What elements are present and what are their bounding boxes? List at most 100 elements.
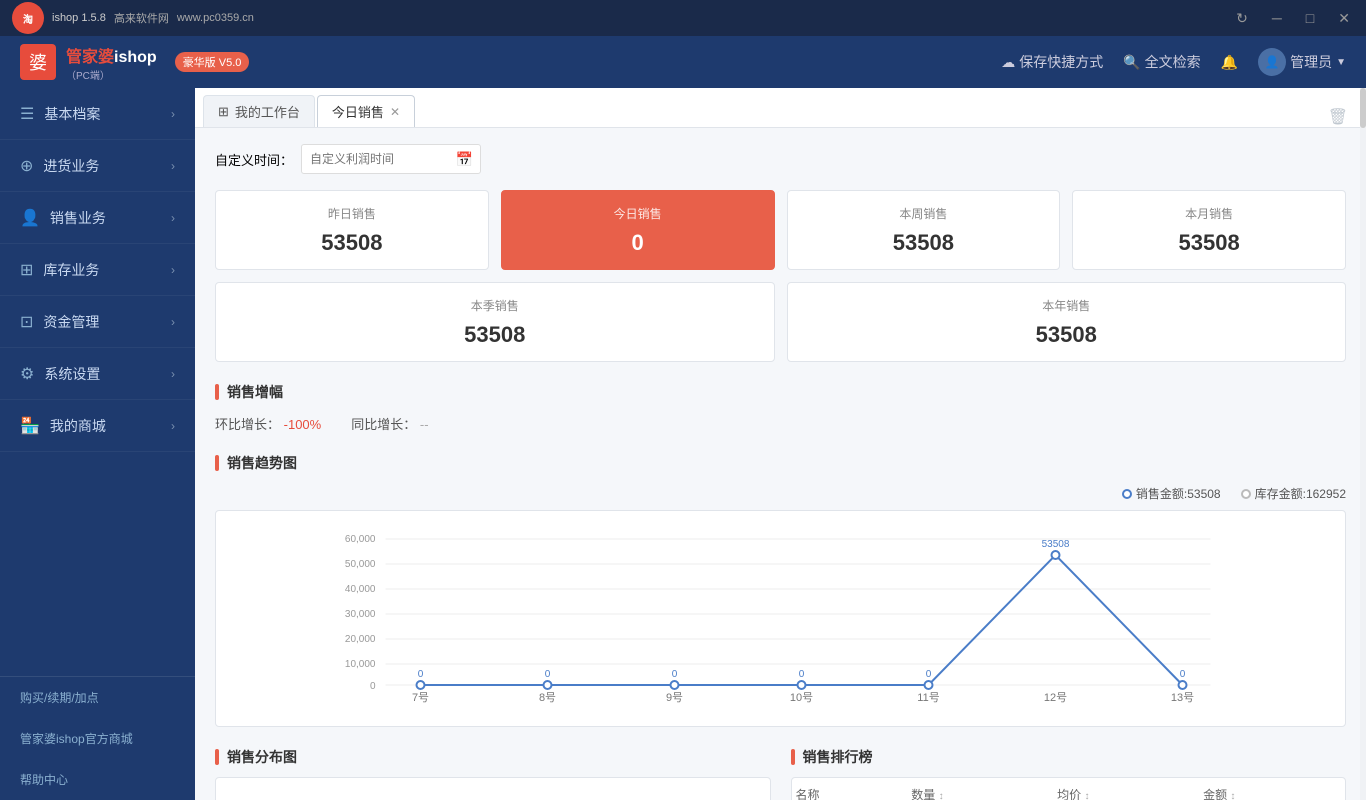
avatar: 👤 (1258, 48, 1286, 76)
custom-time-input[interactable] (301, 144, 481, 174)
sidebar-bottom: 购买/续期/加点 管家婆ishop官方商城 帮助中心 (0, 676, 195, 800)
col-qty[interactable]: 数量 ↕ (907, 778, 1053, 800)
sidebar-help-item[interactable]: 帮助中心 (0, 759, 195, 800)
app-version: ishop 1.5.8 (52, 12, 106, 24)
trend-title: 销售趋势图 (227, 453, 297, 473)
sidebar-item-my-shop[interactable]: 🏪 我的商城 › (0, 400, 195, 452)
growth-row: 环比增长： -100% 同比增长： -- (215, 414, 1346, 433)
full-search-action[interactable]: 🔍 全文检索 (1123, 52, 1200, 72)
sidebar-menu: ☰ 基本档案 › ⊕ 进货业务 › 👤 销售业务 › (0, 88, 195, 676)
legend-sales: 销售金额:53508 (1122, 485, 1221, 502)
chart-legend: 销售金额:53508 库存金额:162952 (215, 485, 1346, 502)
site-url: www.pc0359.cn (177, 12, 254, 24)
stat-today: 今日销售 0 (501, 190, 775, 270)
titlebar: 淘 ishop 1.5.8 高来软件网 www.pc0359.cn ↻ ─ □ … (0, 0, 1366, 36)
svg-text:0: 0 (799, 669, 805, 680)
svg-text:60,000: 60,000 (345, 534, 376, 545)
finance-icon: ⊡ (20, 312, 33, 332)
tabs-bar: ⊞ 我的工作台 今日销售 ✕ 🗑 (195, 88, 1366, 128)
sidebar-buy-item[interactable]: 购买/续期/加点 (0, 677, 195, 718)
sidebar-item-basic-files[interactable]: ☰ 基本档案 › (0, 88, 195, 140)
sidebar-item-left: ☰ 基本档案 (20, 104, 100, 124)
chevron-right-icon: › (171, 367, 175, 381)
chevron-right-icon: › (171, 419, 175, 433)
scrollbar-thumb[interactable] (1360, 88, 1366, 128)
stat-season-value: 53508 (464, 322, 525, 348)
refresh-button[interactable]: ↻ (1232, 6, 1252, 31)
tab-workbench[interactable]: ⊞ 我的工作台 (203, 95, 315, 127)
minimize-button[interactable]: ─ (1268, 6, 1286, 30)
bell-icon: 🔔 (1221, 54, 1238, 71)
mom-label: 环比增长： -100% (215, 414, 321, 433)
distribution-title: 销售分布图 (227, 747, 297, 767)
sidebar-item-system[interactable]: ⚙ 系统设置 › (0, 348, 195, 400)
sort-avg-icon: ↕ (1085, 791, 1090, 800)
stats-grid-row1: 昨日销售 53508 今日销售 0 本周销售 53508 本月销售 53508 (215, 190, 1346, 270)
chevron-right-icon: › (171, 211, 175, 225)
sidebar-item-sales-biz[interactable]: 👤 销售业务 › (0, 192, 195, 244)
svg-text:13号: 13号 (1171, 691, 1194, 704)
distribution-section: 销售分布图 (215, 747, 771, 800)
svg-text:11号: 11号 (917, 691, 939, 704)
save-shortcut-action[interactable]: ☁ 保存快捷方式 (1001, 52, 1103, 72)
app-logo: 淘 (12, 2, 44, 34)
ranking-table: 名称 数量 ↕ 均价 ↕ (792, 778, 1346, 800)
brand-icon-char: 婆 (29, 49, 47, 75)
maximize-button[interactable]: □ (1302, 6, 1318, 30)
stat-month-label: 本月销售 (1185, 205, 1233, 222)
sidebar-item-inventory[interactable]: ⊞ 库存业务 › (0, 244, 195, 296)
brand-name: 管家婆ishop (66, 43, 157, 67)
svg-text:53508: 53508 (1042, 539, 1070, 550)
brand-sub: （PC端） (66, 67, 157, 82)
sidebar-item-label: 系统设置 (44, 364, 100, 384)
edition-badge: 豪华版 V5.0 (175, 52, 250, 72)
ranking-table-wrapper: 名称 数量 ↕ 均价 ↕ (791, 777, 1347, 800)
scrollbar-track (1360, 88, 1366, 800)
tab-close-icon[interactable]: ✕ (390, 105, 400, 119)
full-search-label: 全文检索 (1145, 52, 1201, 72)
sidebar-item-label: 进货业务 (43, 156, 99, 176)
section-bar-icon (215, 455, 219, 471)
header-actions: ☁ 保存快捷方式 🔍 全文检索 🔔 👤 管理员 ▼ (1001, 48, 1346, 76)
growth-title: 销售增幅 (227, 382, 283, 402)
sort-amount-icon: ↕ (1230, 791, 1235, 800)
sidebar-item-import-biz[interactable]: ⊕ 进货业务 › (0, 140, 195, 192)
sidebar-official-item[interactable]: 管家婆ishop官方商城 (0, 718, 195, 759)
sort-qty-icon: ↕ (939, 791, 944, 800)
ranking-title: 销售排行榜 (803, 747, 873, 767)
watermark: 高来软件网 (114, 10, 169, 26)
stat-today-label: 今日销售 (614, 205, 662, 222)
sidebar-item-left: ⊡ 资金管理 (20, 312, 99, 332)
tab-trash-icon[interactable]: 🗑 (1318, 107, 1358, 127)
ranking-section: 销售排行榜 名称 数量 ↕ (791, 747, 1347, 800)
basic-files-icon: ☰ (20, 104, 34, 124)
search-icon: 🔍 (1123, 54, 1140, 71)
sidebar-item-finance[interactable]: ⊡ 资金管理 › (0, 296, 195, 348)
calendar-icon: 📅 (456, 151, 473, 168)
svg-text:30,000: 30,000 (345, 609, 376, 620)
stat-week-label: 本周销售 (899, 205, 947, 222)
user-action[interactable]: 👤 管理员 ▼ (1258, 48, 1346, 76)
tab-today-sales[interactable]: 今日销售 ✕ (317, 95, 415, 127)
col-amount[interactable]: 金额 ↕ (1199, 778, 1345, 800)
bottom-grid: 销售分布图 销售排行榜 (215, 747, 1346, 800)
header: 婆 管家婆ishop （PC端） 豪华版 V5.0 ☁ 保存快捷方式 🔍 全文检… (0, 36, 1366, 88)
brand-text: 管家婆ishop （PC端） (66, 43, 157, 82)
user-chevron-icon: ▼ (1336, 57, 1346, 68)
sidebar-item-left: 👤 销售业务 (20, 208, 106, 228)
notification-action[interactable]: 🔔 (1221, 54, 1238, 71)
titlebar-left: 淘 ishop 1.5.8 高来软件网 www.pc0359.cn (12, 2, 254, 34)
sidebar-item-left: ⊞ 库存业务 (20, 260, 99, 280)
sidebar: ☰ 基本档案 › ⊕ 进货业务 › 👤 销售业务 › (0, 88, 195, 800)
main: ⊞ 我的工作台 今日销售 ✕ 🗑 自定义时间： 📅 (195, 88, 1366, 800)
section-bar-icon (215, 749, 219, 765)
brand: 婆 管家婆ishop （PC端） 豪华版 V5.0 (20, 43, 249, 82)
growth-section-header: 销售增幅 (215, 382, 1346, 402)
close-button[interactable]: ✕ (1334, 6, 1354, 31)
chevron-right-icon: › (171, 263, 175, 277)
col-avg[interactable]: 均价 ↕ (1053, 778, 1199, 800)
import-biz-icon: ⊕ (20, 156, 33, 176)
sidebar-item-left: ⚙ 系统设置 (20, 364, 100, 384)
svg-text:0: 0 (545, 669, 551, 680)
svg-text:40,000: 40,000 (345, 584, 376, 595)
